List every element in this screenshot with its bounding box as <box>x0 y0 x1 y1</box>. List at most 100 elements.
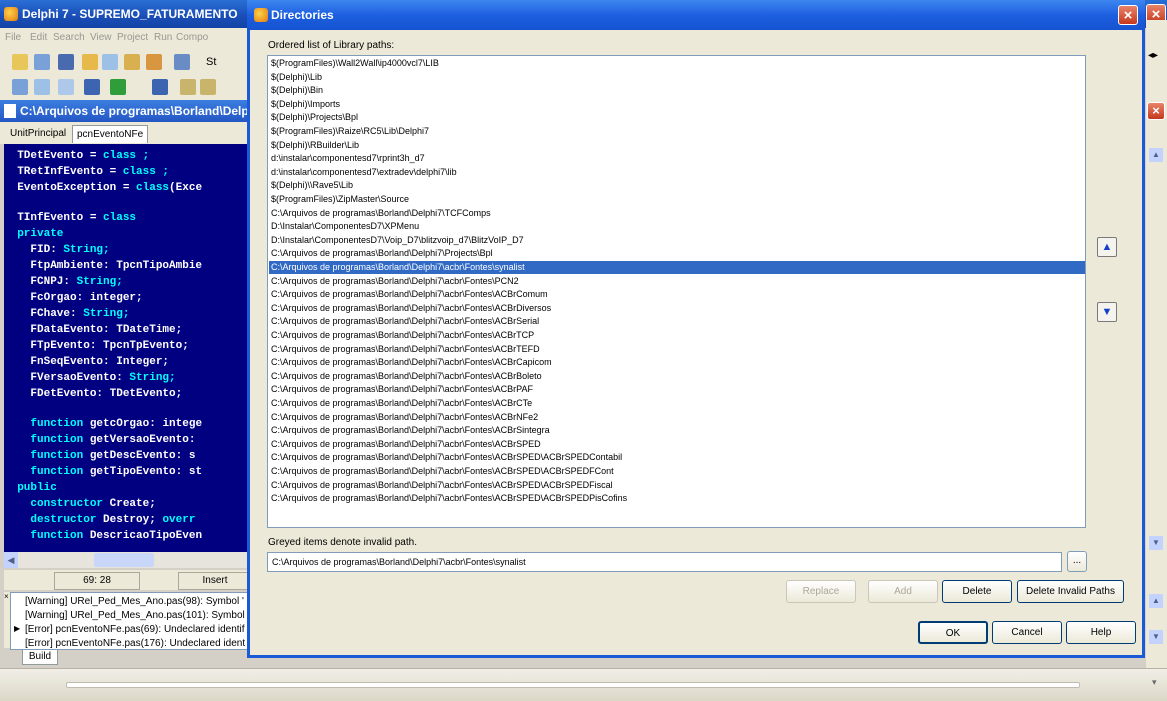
save-all-icon[interactable] <box>82 54 98 70</box>
library-path-item[interactable]: $(Delphi)\\Rave5\Lib <box>269 179 1085 192</box>
editor-horizontal-scrollbar[interactable]: ◀ <box>4 552 250 568</box>
code-keyword: public <box>4 482 57 494</box>
message-item[interactable]: [Warning] URel_Ped_Mes_Ano.pas(98): Symb… <box>25 595 244 609</box>
open-project-icon[interactable] <box>102 54 118 70</box>
library-path-item[interactable]: C:\Arquivos de programas\Borland\Delphi7… <box>269 411 1085 424</box>
code-keyword: class ; <box>122 166 170 178</box>
tab-unitprincipal[interactable]: UnitPrincipal <box>6 125 70 142</box>
library-path-item[interactable]: C:\Arquivos de programas\Borland\Delphi7… <box>269 302 1085 315</box>
code-text: FDataEvento: TDateTime; <box>4 324 183 336</box>
menu-edit[interactable]: Edit <box>30 32 47 43</box>
library-path-item[interactable]: C:\Arquivos de programas\Borland\Delphi7… <box>269 424 1085 437</box>
message-scroll-down-icon[interactable]: ▼ <box>1149 630 1163 644</box>
menu-project[interactable]: Project <box>117 32 148 43</box>
dialog-close-icon[interactable]: × <box>1118 5 1138 25</box>
chevron-down-icon[interactable]: ▾ <box>1152 677 1157 688</box>
library-path-item[interactable]: C:\Arquivos de programas\Borland\Delphi7… <box>269 479 1085 492</box>
library-path-item[interactable]: $(Delphi)\Imports <box>269 98 1085 111</box>
menu-view[interactable]: View <box>90 32 112 43</box>
scroll-down-icon[interactable]: ▼ <box>1149 536 1163 550</box>
ok-button[interactable]: OK <box>918 621 988 644</box>
editor-close-icon[interactable]: × <box>1147 102 1165 120</box>
menu-file[interactable]: File <box>5 32 21 43</box>
library-path-item-selected[interactable]: C:\Arquivos de programas\Borland\Delphi7… <box>269 261 1085 274</box>
editor-title: C:\Arquivos de programas\Borland\Delp <box>20 104 249 118</box>
library-path-item[interactable]: C:\Arquivos de programas\Borland\Delphi7… <box>269 356 1085 369</box>
code-editor[interactable]: TDetEvento = class ; TRetInfEvento = cla… <box>4 144 250 552</box>
run-icon[interactable] <box>110 79 126 95</box>
library-path-item[interactable]: C:\Arquivos de programas\Borland\Delphi7… <box>269 397 1085 410</box>
add-button[interactable]: Add <box>868 580 938 603</box>
message-close-icon[interactable]: × <box>4 592 9 601</box>
message-scroll-up-icon[interactable]: ▲ <box>1149 594 1163 608</box>
trace-into-icon[interactable] <box>180 79 196 95</box>
open-icon[interactable] <box>34 54 50 70</box>
remove-file-icon[interactable] <box>146 54 162 70</box>
library-path-item[interactable]: $(Delphi)\Projects\Bpl <box>269 111 1085 124</box>
library-path-item[interactable]: C:\Arquivos de programas\Borland\Delphi7… <box>269 383 1085 396</box>
library-path-item[interactable]: C:\Arquivos de programas\Borland\Delphi7… <box>269 438 1085 451</box>
library-path-item[interactable]: D:\Instalar\ComponentesD7\Voip_D7\blitzv… <box>269 234 1085 247</box>
tab-pcneventonfe[interactable]: pcnEventoNFe <box>72 125 149 143</box>
library-path-item[interactable]: C:\Arquivos de programas\Borland\Delphi7… <box>269 492 1085 505</box>
browse-button[interactable]: ... <box>1067 551 1087 572</box>
code-text: EventoException = <box>4 182 137 194</box>
code-text: (Exce <box>169 182 203 194</box>
menu-component[interactable]: Compo <box>176 32 208 43</box>
move-up-button[interactable]: ▲ <box>1097 237 1117 257</box>
editor-status-bar: 69: 28 Insert <box>4 570 252 590</box>
view-unit-icon[interactable] <box>12 79 28 95</box>
menu-run[interactable]: Run <box>154 32 172 43</box>
help-button[interactable]: Help <box>1066 621 1136 644</box>
library-path-item[interactable]: d:\instalar\componentesd7\extradev\delph… <box>269 166 1085 179</box>
menu-search[interactable]: Search <box>53 32 85 43</box>
save-icon[interactable] <box>58 54 74 70</box>
replace-button[interactable]: Replace <box>786 580 856 603</box>
library-path-item[interactable]: D:\Instalar\ComponentesD7\XPMenu <box>269 220 1085 233</box>
new-icon[interactable] <box>12 54 28 70</box>
delete-button[interactable]: Delete <box>942 580 1012 603</box>
path-input[interactable]: C:\Arquivos de programas\Borland\Delphi7… <box>267 552 1062 572</box>
scroll-left-icon[interactable]: ◀ <box>4 552 18 568</box>
message-item[interactable]: [Warning] URel_Ped_Mes_Ano.pas(101): Sym… <box>25 609 245 623</box>
new-form-icon[interactable] <box>84 79 100 95</box>
library-path-item[interactable]: C:\Arquivos de programas\Borland\Delphi7… <box>269 275 1085 288</box>
library-path-item[interactable]: C:\Arquivos de programas\Borland\Delphi7… <box>269 451 1085 464</box>
tab-build[interactable]: Build <box>22 650 58 665</box>
code-text: getTipoEvento: st <box>89 466 203 478</box>
view-form-icon[interactable] <box>34 79 50 95</box>
add-file-icon[interactable] <box>124 54 140 70</box>
toggle-form-icon[interactable] <box>58 79 74 95</box>
cancel-button[interactable]: Cancel <box>992 621 1062 644</box>
library-path-item[interactable]: C:\Arquivos de programas\Borland\Delphi7… <box>269 207 1085 220</box>
library-path-item[interactable]: C:\Arquivos de programas\Borland\Delphi7… <box>269 370 1085 383</box>
library-path-item[interactable]: $(Delphi)\Lib <box>269 71 1085 84</box>
library-path-item[interactable]: $(Delphi)\RBuilder\Lib <box>269 139 1085 152</box>
library-path-item[interactable]: $(Delphi)\Bin <box>269 84 1085 97</box>
library-path-item[interactable]: C:\Arquivos de programas\Borland\Delphi7… <box>269 465 1085 478</box>
delete-invalid-paths-button[interactable]: Delete Invalid Paths <box>1017 580 1124 603</box>
library-path-item[interactable]: $(ProgramFiles)\Wall2Wall\ip4000vcl7\LIB <box>269 57 1085 70</box>
library-path-item[interactable]: $(ProgramFiles)\Raize\RC5\Lib\Delphi7 <box>269 125 1085 138</box>
library-path-list[interactable]: $(ProgramFiles)\Wall2Wall\ip4000vcl7\LIB… <box>267 55 1086 528</box>
library-path-item[interactable]: d:\instalar\componentesd7\rprint3h_d7 <box>269 152 1085 165</box>
library-path-item[interactable]: C:\Arquivos de programas\Borland\Delphi7… <box>269 288 1085 301</box>
pause-icon[interactable] <box>152 79 168 95</box>
message-item[interactable]: [Error] pcnEventoNFe.pas(69): Undeclared… <box>25 623 245 637</box>
code-text: FcOrgao: integer; <box>4 292 143 304</box>
code-line: FnSeqEvento: Integer; <box>4 354 169 370</box>
scroll-thumb[interactable] <box>94 553 154 567</box>
help-icon[interactable] <box>174 54 190 70</box>
library-path-item[interactable]: $(ProgramFiles)\ZipMaster\Source <box>269 193 1085 206</box>
move-down-button[interactable]: ▼ <box>1097 302 1117 322</box>
library-path-item[interactable]: C:\Arquivos de programas\Borland\Delphi7… <box>269 343 1085 356</box>
dialog-title: Directories <box>271 8 334 22</box>
library-path-item[interactable]: C:\Arquivos de programas\Borland\Delphi7… <box>269 247 1085 260</box>
scroll-up-icon[interactable]: ▲ <box>1149 148 1163 162</box>
library-path-item[interactable]: C:\Arquivos de programas\Borland\Delphi7… <box>269 315 1085 328</box>
step-over-icon[interactable] <box>200 79 216 95</box>
message-list[interactable]: [Warning] URel_Ped_Mes_Ano.pas(98): Symb… <box>10 592 252 650</box>
scroll-right-icon[interactable]: ◂▸ <box>1148 50 1158 61</box>
message-item[interactable]: [Error] pcnEventoNFe.pas(176): Undeclare… <box>25 637 245 649</box>
library-path-item[interactable]: C:\Arquivos de programas\Borland\Delphi7… <box>269 329 1085 342</box>
